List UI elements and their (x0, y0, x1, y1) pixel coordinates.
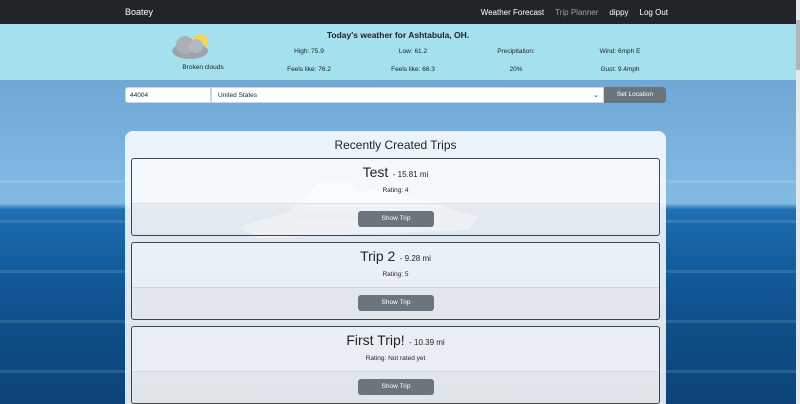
weather-feels-high: Feels like: 76.2 (287, 66, 331, 73)
weather-low: Low: 61.2 (398, 48, 428, 55)
brand-link[interactable]: Boatey (125, 7, 153, 17)
weather-condition: Broken clouds (182, 64, 224, 71)
nav-links: Weather Forecast Trip Planner dippy Log … (470, 8, 668, 17)
navbar: Boatey Weather Forecast Trip Planner dip… (0, 0, 796, 24)
cloud-icon (172, 34, 208, 59)
weather-high: High: 75.9 (294, 48, 324, 55)
nav-weather-forecast[interactable]: Weather Forecast (481, 8, 544, 17)
trip-distance: - 15.81 mi (392, 170, 429, 179)
country-select-value: United States (218, 92, 258, 99)
weather-precip-value: 20% (509, 66, 523, 73)
recent-trips-panel: Recently Created Trips Test - 15.81 mi R… (125, 131, 666, 404)
trip-distance: - 10.39 mi (409, 338, 445, 347)
recent-trips-title: Recently Created Trips (334, 138, 457, 152)
nav-log-out[interactable]: Log Out (640, 8, 668, 17)
zip-input[interactable]: 44004 (125, 87, 211, 103)
trip-name: Test (362, 164, 389, 180)
page-scrollbar[interactable] (796, 0, 800, 404)
trip-card: First Trip! - 10.39 mi Rating: Not rated… (131, 326, 660, 404)
weather-precip-label: Precipitation: (497, 48, 535, 55)
weather-gust: Gust: 9.4mph (600, 66, 640, 73)
weather-wind: Wind: 6mph E (599, 48, 641, 55)
set-location-button[interactable]: Set Location (604, 87, 666, 103)
show-trip-button[interactable]: Show Trip (358, 379, 434, 395)
trip-name: First Trip! (346, 332, 405, 348)
trip-card: Trip 2 - 9.28 mi Rating: 5 Show Trip (131, 242, 660, 320)
nav-username[interactable]: dippy (609, 8, 628, 17)
weather-feels-low: Feels like: 66.3 (391, 66, 435, 73)
trip-rating: Rating: 5 (382, 271, 409, 278)
weather-title: Today's weather for Ashtabula, OH. (326, 30, 470, 40)
country-select[interactable]: United States ⌄ (211, 87, 604, 103)
show-trip-button[interactable]: Show Trip (358, 211, 434, 227)
weather-banner: Today's weather for Ashtabula, OH. Broke… (0, 24, 796, 80)
nav-trip-planner[interactable]: Trip Planner (555, 8, 598, 17)
trip-distance: - 9.28 mi (399, 254, 431, 263)
chevron-down-icon: ⌄ (593, 92, 599, 99)
show-trip-button[interactable]: Show Trip (358, 295, 434, 311)
trip-rating: Rating: 4 (382, 187, 409, 194)
trip-card: Test - 15.81 mi Rating: 4 Show Trip (131, 158, 660, 236)
trip-rating: Rating: Not rated yet (365, 355, 426, 362)
trip-name: Trip 2 (360, 248, 396, 264)
